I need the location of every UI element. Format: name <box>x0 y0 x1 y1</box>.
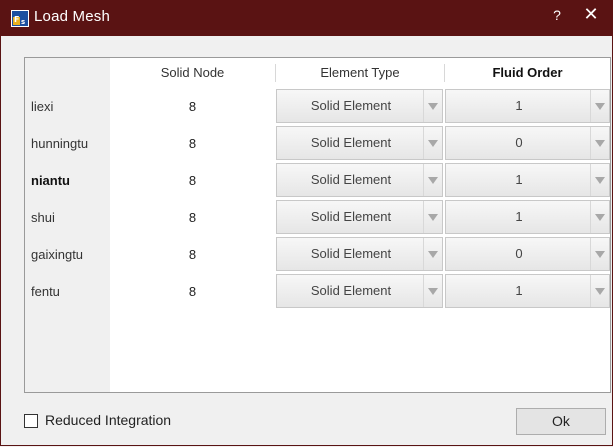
dropdown-arrow <box>590 201 609 233</box>
row-label-liexi[interactable]: liexi <box>31 88 53 125</box>
fluid-order-select[interactable]: 0 <box>445 126 610 160</box>
dropdown-arrow <box>423 238 442 270</box>
element-type-value: Solid Element <box>310 283 392 298</box>
element-type-select[interactable]: Solid Element <box>276 237 443 271</box>
fluid-order-select[interactable]: 1 <box>445 200 610 234</box>
chevron-down-icon <box>428 177 438 184</box>
chevron-down-icon <box>428 288 438 295</box>
dropdown-arrow <box>423 201 442 233</box>
element-type-select[interactable]: Solid Element <box>276 163 443 197</box>
column-header-fluid-order[interactable]: Fluid Order <box>445 58 610 88</box>
dropdown-arrow <box>423 164 442 196</box>
element-type-select[interactable]: Solid Element <box>276 200 443 234</box>
fluid-order-select[interactable]: 0 <box>445 237 610 271</box>
dropdown-arrow <box>590 90 609 122</box>
dropdown-arrow <box>590 275 609 307</box>
fluid-order-value: 1 <box>515 172 523 187</box>
solid-node-cell[interactable]: 8 <box>110 199 275 236</box>
dropdown-arrow <box>590 238 609 270</box>
row-label-hunningtu[interactable]: hunningtu <box>31 125 88 162</box>
chevron-down-icon <box>595 251 605 258</box>
dropdown-arrow <box>590 127 609 159</box>
window-title: Load Mesh <box>34 8 111 25</box>
fluid-order-select[interactable]: 1 <box>445 89 610 123</box>
reduced-integration-checkbox[interactable] <box>24 414 38 428</box>
solid-node-cell[interactable]: 8 <box>110 88 275 125</box>
chevron-down-icon <box>595 288 605 295</box>
element-type-value: Solid Element <box>310 209 392 224</box>
fluid-order-value: 1 <box>515 283 523 298</box>
element-type-value: Solid Element <box>310 98 392 113</box>
solid-node-cell[interactable]: 8 <box>110 162 275 199</box>
fluid-order-select[interactable]: 1 <box>445 163 610 197</box>
title-bar: F s Load Mesh ? ✕ <box>0 0 613 36</box>
reduced-integration-label: Reduced Integration <box>45 412 172 428</box>
element-type-value: Solid Element <box>310 246 392 261</box>
dropdown-arrow <box>423 275 442 307</box>
fluid-order-value: 1 <box>515 209 523 224</box>
dropdown-arrow <box>423 90 442 122</box>
element-type-select[interactable]: Solid Element <box>276 89 443 123</box>
chevron-down-icon <box>428 140 438 147</box>
svg-text:s: s <box>21 18 25 26</box>
chevron-down-icon <box>595 177 605 184</box>
column-header-solid-node[interactable]: Solid Node <box>110 58 275 88</box>
column-header-element-type[interactable]: Element Type <box>276 58 444 88</box>
chevron-down-icon <box>595 214 605 221</box>
dropdown-arrow <box>590 164 609 196</box>
fluid-order-value: 1 <box>515 98 523 113</box>
element-type-value: Solid Element <box>310 172 392 187</box>
solid-node-cell[interactable]: 8 <box>110 125 275 162</box>
mesh-table: Solid Node Element Type Fluid Order liex… <box>24 57 611 393</box>
row-label-fentu[interactable]: fentu <box>31 273 60 310</box>
row-label-shui[interactable]: shui <box>31 199 55 236</box>
chevron-down-icon <box>428 103 438 110</box>
chevron-down-icon <box>595 140 605 147</box>
row-label-gaixingtu[interactable]: gaixingtu <box>31 236 83 273</box>
app-icon: F s <box>11 10 29 27</box>
svg-text:F: F <box>14 15 19 24</box>
chevron-down-icon <box>428 214 438 221</box>
ok-button[interactable]: Ok <box>516 408 606 435</box>
chevron-down-icon <box>595 103 605 110</box>
chevron-down-icon <box>428 251 438 258</box>
element-type-select[interactable]: Solid Element <box>276 126 443 160</box>
element-type-value: Solid Element <box>310 135 392 150</box>
fluid-order-value: 0 <box>515 135 523 150</box>
fluid-order-select[interactable]: 1 <box>445 274 610 308</box>
table-corner <box>25 58 110 88</box>
fluid-order-value: 0 <box>515 246 523 261</box>
solid-node-cell[interactable]: 8 <box>110 236 275 273</box>
help-button[interactable]: ? <box>548 7 566 23</box>
element-type-select[interactable]: Solid Element <box>276 274 443 308</box>
solid-node-cell[interactable]: 8 <box>110 273 275 310</box>
row-label-niantu[interactable]: niantu <box>31 162 70 199</box>
dropdown-arrow <box>423 127 442 159</box>
close-button[interactable]: ✕ <box>580 4 602 25</box>
